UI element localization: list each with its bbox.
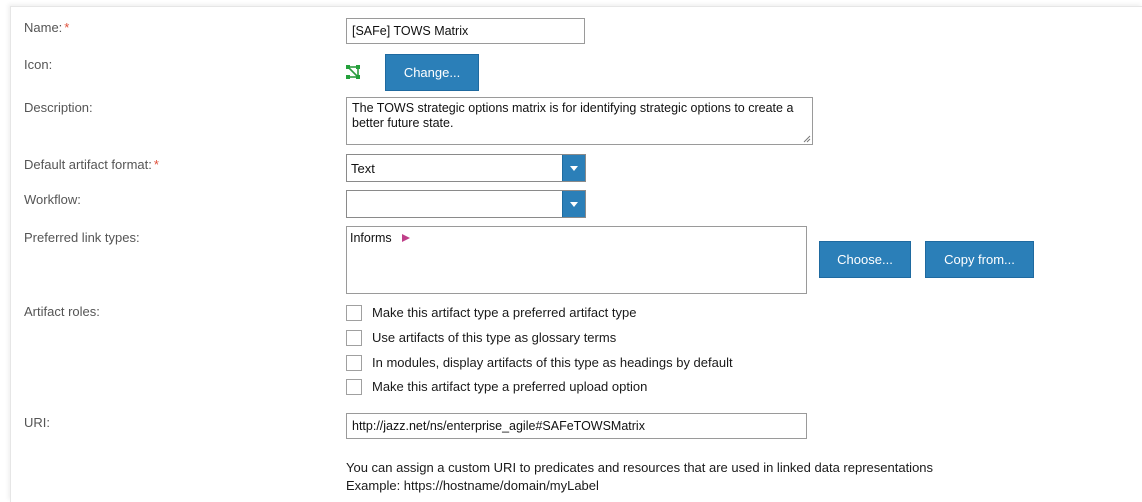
choose-button[interactable]: Choose...	[819, 241, 911, 278]
name-input[interactable]: [SAFe] TOWS Matrix	[346, 18, 585, 44]
required-marker: *	[153, 157, 159, 172]
artifact-roles-label: Artifact roles:	[24, 304, 100, 319]
workflow-select[interactable]	[346, 190, 586, 218]
default-format-label-text: Default artifact format:	[24, 157, 152, 172]
chevron-down-icon[interactable]	[562, 191, 585, 217]
headings-default-option-label: In modules, display artifacts of this ty…	[372, 355, 733, 370]
preferred-type-checkbox[interactable]	[346, 305, 362, 321]
change-icon-button[interactable]: Change...	[385, 54, 479, 91]
description-textarea[interactable]: The TOWS strategic options matrix is for…	[346, 97, 813, 145]
headings-default-checkbox[interactable]	[346, 355, 362, 371]
copy-from-button[interactable]: Copy from...	[925, 241, 1034, 278]
link-type-item[interactable]: Informs	[350, 231, 411, 245]
uri-example-text: Example: https://hostname/domain/myLabel	[346, 478, 599, 493]
default-format-select[interactable]: Text	[346, 154, 586, 182]
preferred-type-option-label: Make this artifact type a preferred arti…	[372, 305, 637, 320]
link-types-list[interactable]: Informs	[346, 226, 807, 294]
uri-label: URI:	[24, 415, 50, 430]
name-label: Name: *	[24, 20, 69, 35]
network-diagram-icon	[345, 64, 361, 80]
upload-option-label: Make this artifact type a preferred uplo…	[372, 379, 648, 394]
resize-grip-icon[interactable]	[803, 135, 811, 143]
link-type-label: Informs	[350, 231, 392, 245]
glossary-terms-option-label: Use artifacts of this type as glossary t…	[372, 330, 617, 345]
description-label: Description:	[24, 100, 93, 115]
uri-input-value: http://jazz.net/ns/enterprise_agile#SAFe…	[352, 419, 645, 433]
uri-input[interactable]: http://jazz.net/ns/enterprise_agile#SAFe…	[346, 413, 807, 439]
upload-option-checkbox[interactable]	[346, 379, 362, 395]
description-text: The TOWS strategic options matrix is for…	[352, 101, 794, 130]
uri-hint-text: You can assign a custom URI to predicate…	[346, 460, 934, 475]
chevron-down-icon[interactable]	[562, 155, 585, 181]
default-format-value: Text	[351, 161, 375, 176]
name-input-value: [SAFe] TOWS Matrix	[352, 24, 469, 38]
default-format-label: Default artifact format: *	[24, 157, 159, 172]
glossary-terms-checkbox[interactable]	[346, 330, 362, 346]
play-arrow-icon[interactable]	[402, 234, 411, 242]
icon-label: Icon:	[24, 57, 53, 72]
link-types-label: Preferred link types:	[24, 230, 140, 245]
name-label-text: Name:	[24, 20, 63, 35]
workflow-label: Workflow:	[24, 192, 81, 207]
required-marker: *	[64, 20, 70, 35]
